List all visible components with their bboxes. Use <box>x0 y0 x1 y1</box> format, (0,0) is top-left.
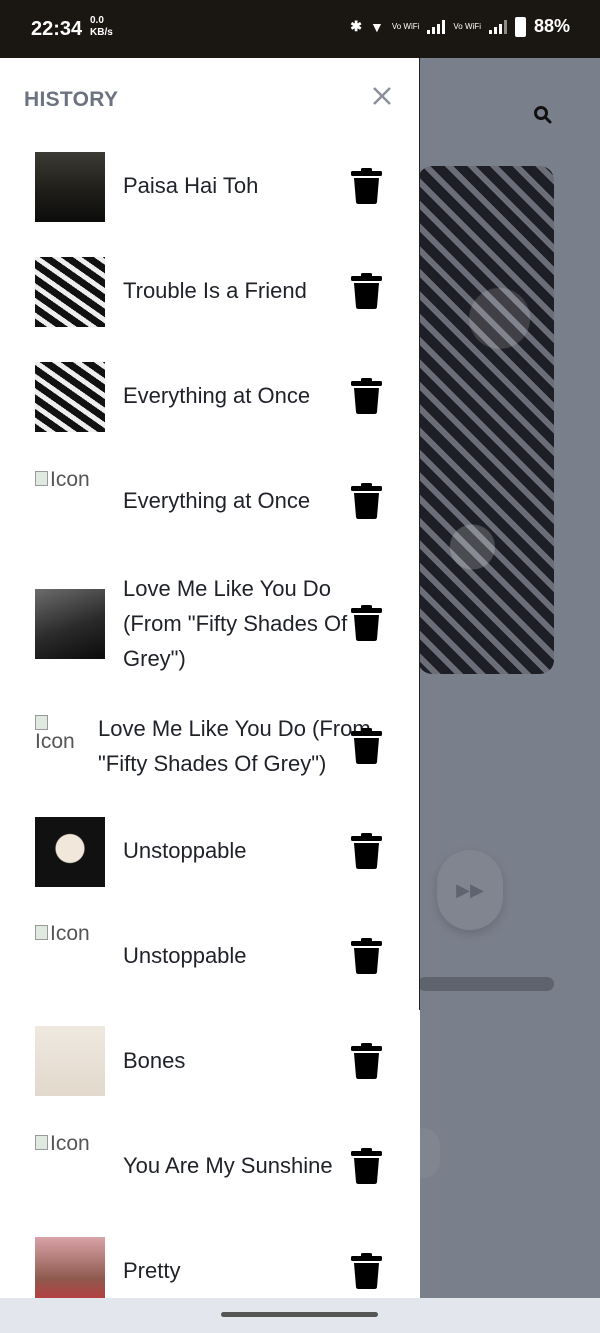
image-placeholder-icon <box>35 715 48 730</box>
delete-trash-icon[interactable] <box>351 1253 382 1289</box>
album-thumbnail[interactable] <box>35 257 105 327</box>
history-item-title[interactable]: Bones <box>123 1043 348 1078</box>
image-placeholder-icon <box>35 1135 48 1150</box>
history-item-title[interactable]: Love Me Like You Do (From "Fifty Shades … <box>98 711 388 781</box>
album-thumbnail[interactable] <box>35 152 105 222</box>
history-item-title[interactable]: Everything at Once <box>123 378 348 413</box>
delete-trash-icon[interactable] <box>351 483 382 519</box>
signal-icon-2 <box>488 19 507 34</box>
vowifi-label-1: Vo WiFi <box>391 21 420 31</box>
history-item-title[interactable]: Pretty <box>123 1253 348 1288</box>
delete-trash-icon[interactable] <box>351 833 382 869</box>
history-item-title[interactable]: Unstoppable <box>123 938 348 973</box>
status-icons: ✱ ▼ Vo WiFi Vo WiFi 88% <box>350 16 570 37</box>
broken-image-icon: Icon <box>35 1132 90 1156</box>
delete-trash-icon[interactable] <box>351 378 382 414</box>
delete-trash-icon[interactable] <box>351 605 382 641</box>
history-item-title[interactable]: Trouble Is a Friend <box>123 273 348 308</box>
album-thumbnail[interactable] <box>35 362 105 432</box>
fast-forward-icon[interactable]: ▶▶ <box>437 850 503 930</box>
history-item-title[interactable]: You Are My Sunshine <box>123 1148 363 1183</box>
progress-bar[interactable] <box>418 977 554 991</box>
status-bar: 22:34 0.0 KB/s ✱ ▼ Vo WiFi Vo WiFi 88% <box>0 0 600 58</box>
image-alt-text: Icon <box>50 922 90 945</box>
album-thumbnail[interactable] <box>35 817 105 887</box>
history-item-title[interactable]: Love Me Like You Do (From "Fifty Shades … <box>123 571 368 676</box>
album-art <box>418 166 554 674</box>
network-speed-value: 0.0 <box>90 15 104 26</box>
battery-percent: 88% <box>533 16 570 36</box>
image-alt-text: Icon <box>50 468 90 491</box>
search-icon[interactable] <box>533 105 553 131</box>
wifi-icon: ▼ <box>369 18 384 35</box>
broken-image-icon: Icon <box>35 922 90 946</box>
bluetooth-icon: ✱ <box>350 18 362 34</box>
album-thumbnail[interactable] <box>35 589 105 659</box>
signal-icon-1 <box>427 19 446 34</box>
image-placeholder-icon <box>35 925 48 940</box>
delete-trash-icon[interactable] <box>351 168 382 204</box>
battery-icon <box>514 16 526 37</box>
delete-trash-icon[interactable] <box>351 938 382 974</box>
network-speed-unit: KB/s <box>90 27 113 38</box>
history-item-title[interactable]: Everything at Once <box>123 483 348 518</box>
close-icon[interactable] <box>368 82 396 110</box>
broken-image-icon: Icon <box>35 468 90 492</box>
network-speed: 0.0 KB/s <box>90 15 113 39</box>
delete-trash-icon[interactable] <box>351 728 382 764</box>
vowifi-label-2: Vo WiFi <box>453 21 481 31</box>
delete-trash-icon[interactable] <box>351 1043 382 1079</box>
broken-image-icon: Icon <box>35 712 85 754</box>
history-item-title[interactable]: Paisa Hai Toh <box>123 168 348 203</box>
image-alt-text: Icon <box>50 1132 90 1155</box>
delete-trash-icon[interactable] <box>351 273 382 309</box>
status-time: 22:34 <box>31 18 83 40</box>
home-gesture-pill[interactable] <box>221 1312 378 1317</box>
image-alt-text: Icon <box>35 730 75 753</box>
image-placeholder-icon <box>35 471 48 486</box>
album-thumbnail[interactable] <box>35 1026 105 1096</box>
delete-trash-icon[interactable] <box>351 1148 382 1184</box>
album-thumbnail[interactable] <box>35 1237 105 1307</box>
drawer-title: HISTORY <box>24 88 119 111</box>
history-item-title[interactable]: Unstoppable <box>123 833 348 868</box>
